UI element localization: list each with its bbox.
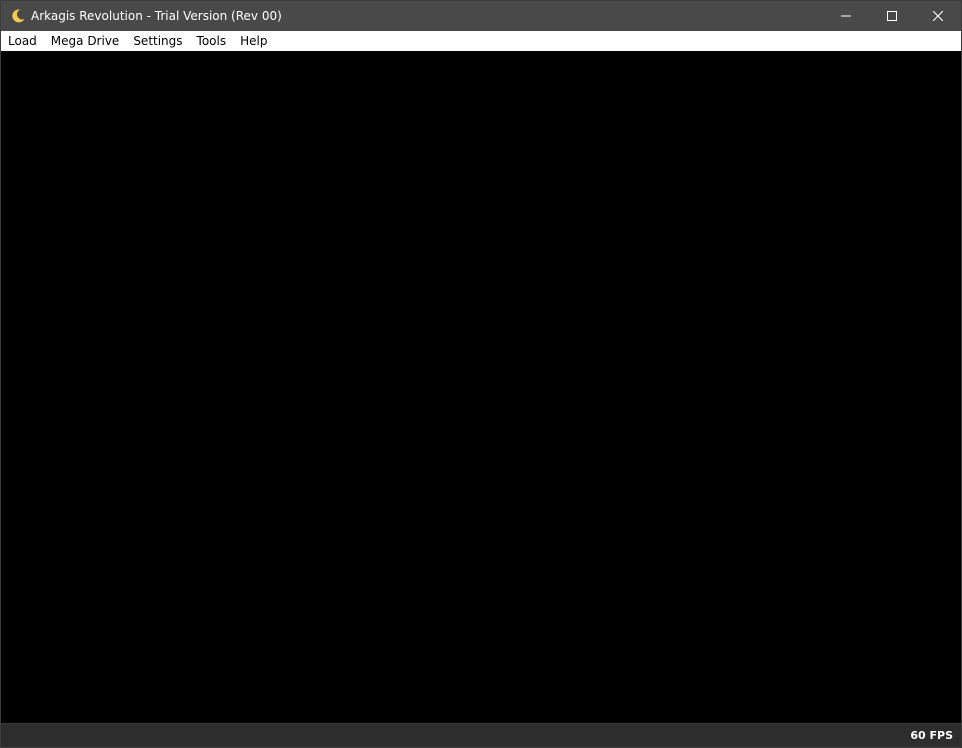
- minimize-button[interactable]: [823, 1, 869, 31]
- window-controls: [823, 1, 961, 31]
- close-button[interactable]: [915, 1, 961, 31]
- title-bar[interactable]: Arkagis Revolution - Trial Version (Rev …: [1, 1, 961, 31]
- menu-mega-drive[interactable]: Mega Drive: [44, 31, 127, 51]
- menu-help[interactable]: Help: [233, 31, 274, 51]
- app-window: Arkagis Revolution - Trial Version (Rev …: [0, 0, 962, 748]
- menu-settings[interactable]: Settings: [126, 31, 189, 51]
- menu-load[interactable]: Load: [1, 31, 44, 51]
- crescent-moon-icon: [10, 8, 26, 24]
- window-title: Arkagis Revolution - Trial Version (Rev …: [31, 9, 282, 23]
- minimize-icon: [841, 15, 851, 17]
- maximize-button[interactable]: [869, 1, 915, 31]
- menu-tools[interactable]: Tools: [190, 31, 234, 51]
- close-icon: [933, 11, 943, 21]
- emulator-display[interactable]: [1, 51, 961, 723]
- menu-bar: Load Mega Drive Settings Tools Help: [1, 31, 961, 51]
- status-bar: 60 FPS: [1, 723, 961, 747]
- fps-counter: 60 FPS: [910, 729, 953, 742]
- maximize-icon: [887, 11, 897, 21]
